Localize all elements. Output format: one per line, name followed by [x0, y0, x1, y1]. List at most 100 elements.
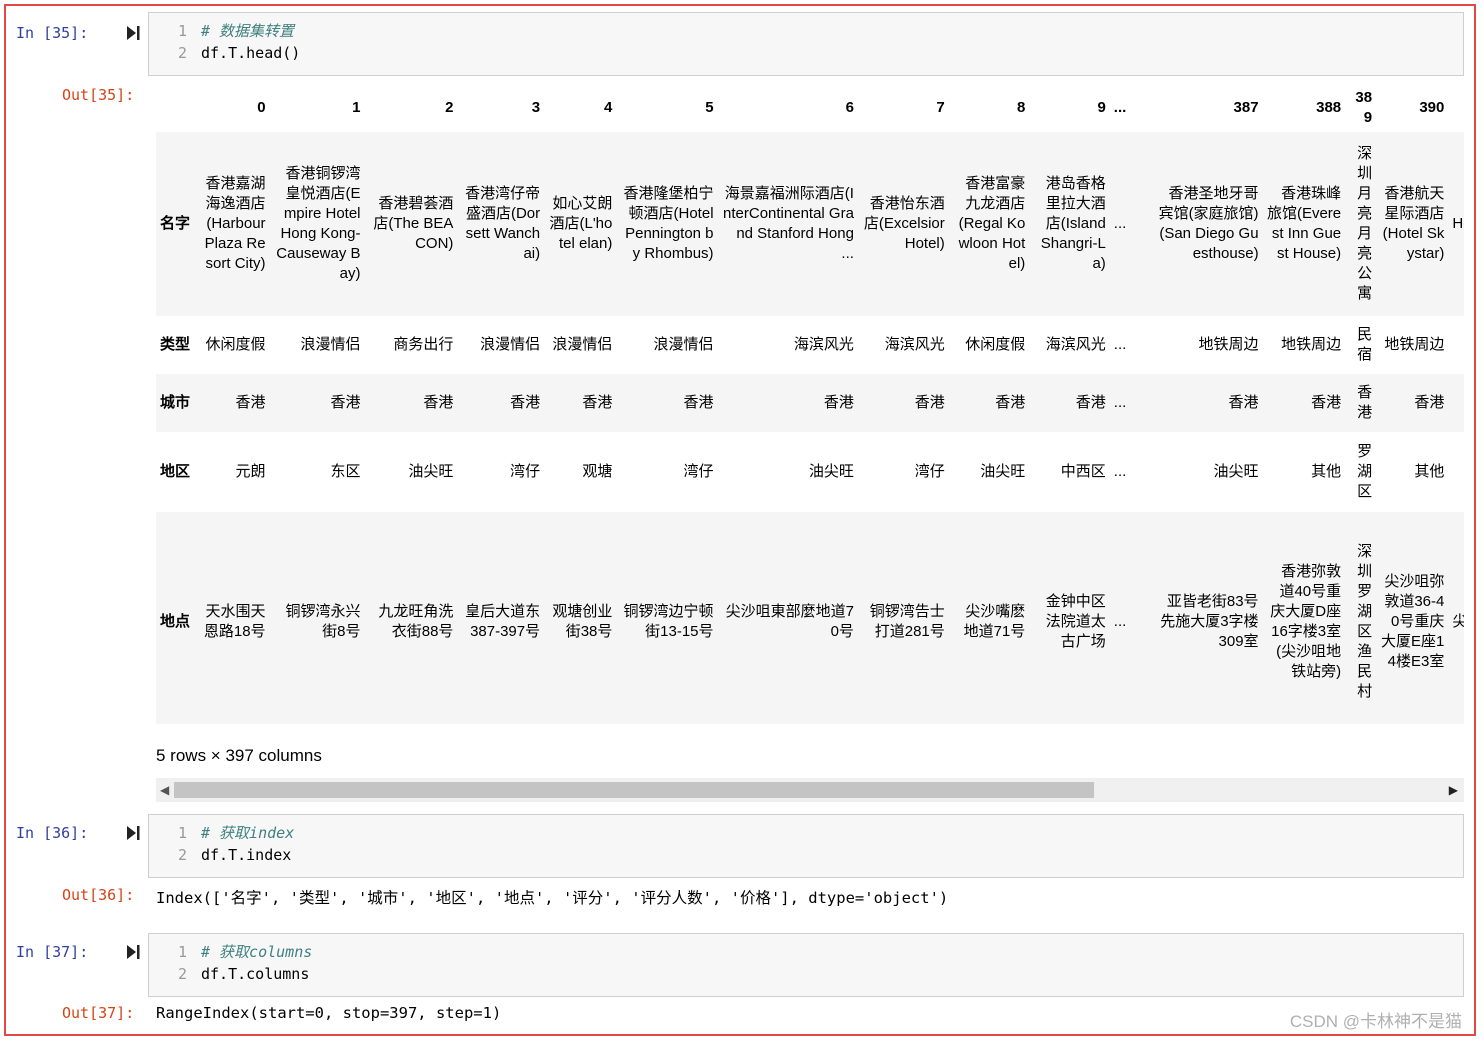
table-row: 地点 天水围天恩路18号 铜锣湾永兴街8号 九龙旺角洗衣街88号 皇后大道东387-39…	[156, 512, 1464, 724]
dataframe-output: 0 1 2 3 4 5 6 7 8 9... 387 388 389 390 名字 香港嘉湖海逸酒店(Har…	[156, 84, 1464, 724]
table-cell: 香港	[582, 394, 613, 411]
output-text-37: RangeIndex(start=0, stop=397, step=1)	[156, 1004, 502, 1022]
code-editor[interactable]: # 获取columns df.T.columns	[201, 934, 312, 985]
table-cell: 港岛香格里拉大酒店(Island Shangri-La)	[1040, 175, 1106, 272]
column-header: ...	[1113, 99, 1127, 116]
table-cell: 元朗	[235, 463, 266, 480]
table-cell: 海滨风光	[1045, 336, 1106, 353]
table-cell: 香港	[330, 394, 361, 411]
line-numbers: 12	[177, 824, 187, 864]
table-cell: 油尖旺	[980, 463, 1026, 480]
table-cell: ...	[1113, 613, 1127, 630]
table-cell: 湾仔	[914, 463, 945, 480]
table-cell: 东区	[330, 463, 361, 480]
table-cell: 观塘创业街38号	[552, 603, 613, 640]
run-cell-icon[interactable]	[126, 25, 140, 41]
table-cell: 商务出行	[393, 336, 454, 353]
table-cell: 天水围天恩路18号	[203, 603, 266, 640]
table-cell: 休闲度假	[965, 336, 1026, 353]
table-cell: 油尖旺	[408, 463, 454, 480]
table-cell: 香港	[914, 394, 945, 411]
table-cell: 浪漫情侣	[480, 336, 541, 353]
table-cell: 香港圣地牙哥宾馆(家庭旅馆)(San Diego Guesthouse)	[1158, 185, 1259, 262]
table-cell: 香港富豪九龙酒店(Regal Kowloon Hotel)	[958, 175, 1026, 272]
table-cell: 海景嘉福洲际酒店(InterContinental Grand Stanford…	[723, 185, 854, 262]
column-header: 9	[1097, 99, 1106, 116]
column-header: 6	[845, 99, 854, 116]
table-cell: 中西区	[1060, 463, 1106, 480]
table-cell: 金钟中区法院道太古广场	[1045, 593, 1106, 650]
table-cell: 其他	[1414, 463, 1445, 480]
column-header: 389	[1355, 89, 1373, 126]
table-cell: 九龙旺角洗衣街88号	[378, 603, 454, 640]
table-cell: 铜锣湾永兴街8号	[285, 603, 361, 640]
table-cell: 香港	[1357, 384, 1373, 421]
row-label: 城市	[160, 394, 191, 411]
row-label: 地区	[160, 463, 191, 480]
table-cell: 香港	[1414, 394, 1445, 411]
table-cell: 香港	[995, 394, 1026, 411]
table-cell: 香港	[1075, 394, 1106, 411]
table-cell: 香港航天星际酒店(Hotel Skystar)	[1382, 185, 1445, 262]
table-cell: 海滨风光	[793, 336, 854, 353]
table-cell: 香港	[1228, 394, 1259, 411]
table-cell: 地铁周边	[1384, 336, 1445, 353]
table-row: 地区 元朗 东区 油尖旺 湾仔 观塘 湾仔 油尖旺 湾仔 油尖旺 中西区... 油尖旺 其他 罗湖区 其他	[156, 432, 1464, 512]
table-cell: 如心艾朗酒店(L'hotel elan)	[549, 195, 613, 252]
scroll-right-icon[interactable]: ▶	[1449, 782, 1458, 798]
table-cell: 其他	[1311, 463, 1342, 480]
row-label: 地点	[160, 613, 191, 630]
code-line: df.T.head()	[201, 44, 301, 62]
table-cell: 香港弥敦道40号重庆大厦D座16字楼3室(尖沙咀地铁站旁)	[1270, 563, 1342, 680]
column-header: 3	[531, 99, 541, 116]
column-header: 7	[936, 99, 945, 116]
table-cell: 浪漫情侣	[300, 336, 361, 353]
run-cell-icon[interactable]	[126, 944, 140, 960]
table-cell: 香港怡东酒店(Excelsior Hotel)	[863, 195, 945, 252]
table-cell: 罗湖区	[1357, 443, 1373, 500]
code-editor[interactable]: # 获取index df.T.index	[201, 815, 294, 866]
table-cell: 香港	[510, 394, 541, 411]
column-header: 390	[1419, 99, 1445, 116]
table-cell: 尖沙咀東部麼地道70号	[725, 603, 854, 640]
code-line: df.T.columns	[201, 965, 310, 983]
table-cell: 亚皆老街83号先施大厦3字楼309室	[1160, 593, 1259, 650]
table-cell: 湾仔	[510, 463, 541, 480]
scroll-left-icon[interactable]: ◀	[160, 782, 169, 798]
table-cell: 铜锣湾告士打道281号	[869, 603, 945, 640]
code-input-37[interactable]: 12 # 获取columns df.T.columns	[148, 933, 1464, 997]
dataframe-table: 0 1 2 3 4 5 6 7 8 9... 387 388 389 390 名字 香港嘉湖海逸酒店(Har…	[156, 84, 1464, 724]
code-input-35[interactable]: 12 # 数据集转置 df.T.head()	[148, 12, 1464, 76]
table-cell: 深圳罗湖区渔民村	[1357, 543, 1373, 700]
table-cell: 观塘	[582, 463, 613, 480]
in-prompt-35: In [35]:	[16, 24, 89, 42]
row-label: 类型	[160, 336, 191, 353]
horizontal-scrollbar[interactable]: ◀ ▶	[156, 778, 1464, 802]
table-cell: 油尖旺	[1213, 463, 1259, 480]
table-row: 名字 香港嘉湖海逸酒店(Harbour Plaza Resort City) 香港铜…	[156, 132, 1464, 316]
table-cell	[1448, 316, 1464, 374]
output-text-36: Index(['名字', '类型', '城市', '地区', '地点', '评分…	[156, 889, 949, 907]
table-cell	[1448, 432, 1464, 512]
column-header: 8	[1016, 99, 1026, 116]
table-cell: 浪漫情侣	[552, 336, 613, 353]
column-header: 5	[705, 99, 714, 116]
table-cell	[1448, 374, 1464, 432]
column-header	[1448, 84, 1464, 132]
table-cell: 民宿	[1357, 326, 1373, 363]
column-header: 387	[1233, 99, 1259, 116]
line-numbers: 12	[177, 943, 187, 983]
run-cell-icon[interactable]	[126, 825, 140, 841]
table-cell: 香港珠峰旅馆(Everest Inn Guest House)	[1266, 185, 1342, 262]
table-row: 城市 香港 香港 香港 香港 香港 香港 香港 香港 香港 香港... 香港 香港 香港 香港	[156, 374, 1464, 432]
code-editor[interactable]: # 数据集转置 df.T.head()	[201, 13, 300, 64]
table-cell: 香港	[235, 394, 266, 411]
table-cell: 海滨风光	[884, 336, 945, 353]
table-cell: 油尖旺	[808, 463, 854, 480]
scrollbar-thumb[interactable]	[174, 782, 1094, 798]
code-input-36[interactable]: 12 # 获取index df.T.index	[148, 814, 1464, 878]
column-header	[156, 84, 195, 132]
table-cell: 香港隆堡柏宁顿酒店(Hotel Pennington by Rhombus)	[623, 185, 714, 262]
code-comment: # 获取columns	[201, 943, 313, 961]
table-cell: ...	[1113, 215, 1127, 232]
